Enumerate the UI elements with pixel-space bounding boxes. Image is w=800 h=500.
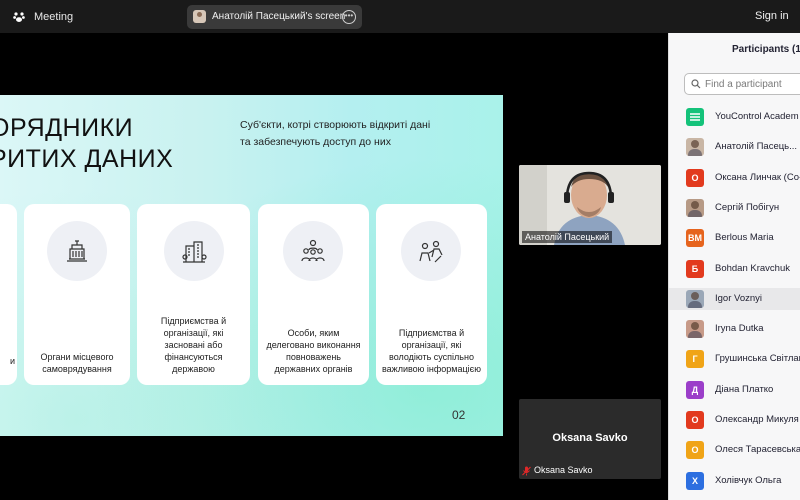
- participant-name: Холівчук Ольга: [715, 474, 782, 486]
- crowd-icon: [301, 239, 325, 262]
- participant-row[interactable]: Г Грушинська Світлан: [669, 348, 800, 370]
- participant-avatar: [686, 108, 704, 126]
- participant-avatar: [686, 320, 704, 339]
- participant-avatar: [686, 289, 704, 308]
- speaker-name-label: Анатолій Пасецький: [522, 231, 613, 243]
- participant-row[interactable]: Х Холівчук Ольга: [669, 470, 800, 492]
- slide-card-4-text: Особи, яким делеговано виконання повнова…: [266, 328, 361, 374]
- slide-title-line-2: РИТИХ ДАНИХ: [0, 145, 174, 173]
- participant-name: Оксана Линчак (Со-: [715, 171, 800, 183]
- card-icon-circle: [401, 221, 461, 281]
- slide-card-3: Підприємства й організації, які заснован…: [137, 204, 250, 385]
- sharer-avatar: [193, 10, 206, 23]
- participant-row[interactable]: YouControl Academ: [669, 106, 800, 128]
- card-icon-circle: [47, 221, 107, 281]
- participant-tile-footer: Oksana Savko: [522, 465, 593, 476]
- screen-share-label: Анатолій Пасецький's screen: [212, 11, 346, 22]
- participant-name: Berlous Maria: [715, 232, 774, 244]
- participant-avatar: Г: [686, 350, 704, 369]
- slide-card-2: Органи місцевого самоврядування: [24, 204, 130, 385]
- participant-name: Олександр Микуля: [715, 414, 799, 425]
- participant-avatar: О: [686, 411, 704, 429]
- city-hall-icon: [67, 240, 87, 262]
- participant-row[interactable]: О Олександр Микуля: [669, 409, 800, 431]
- card-icon-circle: [164, 221, 224, 281]
- shared-slide: ОРЯДНИКИ РИТИХ ДАНИХ Суб'єкти, котрі ств…: [0, 95, 503, 436]
- participant-name: Iryna Dutka: [715, 323, 764, 335]
- search-placeholder: Find a participant: [705, 79, 782, 90]
- participant-row[interactable]: Iryna Dutka: [669, 318, 800, 340]
- mic-off-icon: [522, 466, 531, 476]
- meeting-window: Meeting Анатолій Пасецький's screen ••• …: [0, 0, 800, 500]
- participant-avatar: Х: [686, 471, 704, 490]
- slide-subtitle: Суб'єкти, котрі створюють відкриті дані …: [240, 119, 431, 148]
- participant-row[interactable]: Б Bohdan Kravchuk: [669, 258, 800, 280]
- participant-avatar: [686, 138, 704, 157]
- participant-avatar: О: [686, 168, 704, 187]
- office-building-icon: [182, 241, 207, 263]
- participant-tile-name: Oksana Savko: [552, 432, 628, 444]
- participant-avatar: [686, 198, 704, 217]
- speaker-video-tile[interactable]: Анатолій Пасецький: [519, 165, 661, 245]
- participant-name: Igor Voznyi: [715, 292, 762, 304]
- participant-avatar: Д: [686, 380, 704, 399]
- meeting-label: Meeting: [34, 11, 74, 23]
- slide-card-5: Підприємства й організації, які володіют…: [376, 204, 487, 385]
- card-icon-circle: [283, 221, 343, 281]
- participant-row[interactable]: Igor Voznyi: [669, 287, 800, 310]
- participant-name: Олеся Тарасевська: [715, 444, 800, 456]
- participant-row[interactable]: О Оксана Линчак (Со-: [669, 167, 800, 189]
- participant-avatar: BM: [686, 229, 704, 248]
- participant-name: Bohdan Kravchuk: [715, 262, 790, 274]
- participants-panel: Participants (14 Find a participant YouC…: [668, 33, 800, 500]
- slide-card-5-text: Підприємства й організації, які володіют…: [382, 328, 481, 374]
- top-bar: Meeting Анатолій Пасецький's screen ••• …: [0, 0, 800, 33]
- sign-in-link[interactable]: Sign in: [755, 10, 789, 22]
- participant-name: Діана Платко: [715, 383, 774, 395]
- participant-search-input[interactable]: Find a participant: [684, 73, 800, 95]
- participant-avatar: Б: [686, 259, 704, 278]
- participant-name: Анатолій Пасець... (: [715, 141, 800, 153]
- slide-card-2-text: Органи місцевого самоврядування: [40, 352, 114, 374]
- participant-name: YouControl Academ: [715, 111, 799, 122]
- participant-row[interactable]: О Олеся Тарасевська: [669, 439, 800, 461]
- search-icon: [691, 79, 701, 89]
- slide-card-1-text: и: [9, 356, 15, 366]
- participant-video-tile[interactable]: Oksana Savko Oksana Savko: [519, 399, 661, 479]
- youcontrol-logo-icon: [690, 113, 700, 121]
- participant-name: Сергій Побігун: [715, 201, 780, 213]
- slide-title: ОРЯДНИКИ РИТИХ ДАНИХ: [0, 113, 173, 175]
- slide-page-number: 02: [452, 408, 466, 422]
- participant-row[interactable]: Сергій Побігун: [669, 197, 800, 219]
- participants-title: Participants (14: [732, 44, 800, 55]
- participant-tile-footer-name: Oksana Savko: [534, 465, 593, 476]
- slide-card-1: и: [0, 204, 17, 385]
- screen-share-indicator[interactable]: Анатолій Пасецький's screen •••: [187, 5, 362, 29]
- participant-name: Грушинська Світлан: [715, 353, 800, 365]
- participant-row[interactable]: BM Berlous Maria: [669, 227, 800, 249]
- participant-row[interactable]: Д Діана Платко: [669, 379, 800, 401]
- slide-card-3-text: Підприємства й організації, які заснован…: [160, 316, 227, 374]
- paw-logo-icon: [13, 12, 25, 22]
- slide-title-line-1: ОРЯДНИКИ: [0, 114, 134, 142]
- participant-row[interactable]: Анатолій Пасець... (: [669, 136, 800, 158]
- people-meeting-icon: [419, 240, 443, 263]
- slide-card-4: Особи, яким делеговано виконання повнова…: [258, 204, 369, 385]
- participant-avatar: О: [686, 441, 704, 460]
- more-options-icon[interactable]: •••: [342, 10, 356, 24]
